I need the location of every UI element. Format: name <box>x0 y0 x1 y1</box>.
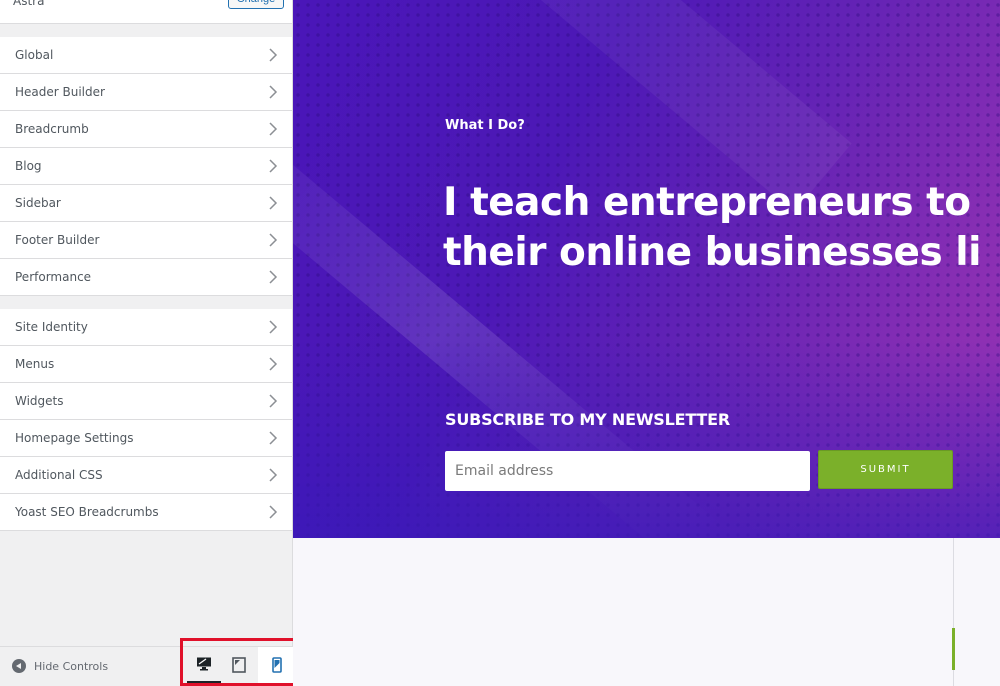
menu-item-homepage-settings[interactable]: Homepage Settings <box>0 420 292 457</box>
menu-item-label: Global <box>15 48 54 62</box>
chevron-right-icon <box>269 431 278 445</box>
hide-controls-button[interactable]: Hide Controls <box>12 659 108 673</box>
menu-item-breadcrumb[interactable]: Breadcrumb <box>0 111 292 148</box>
desktop-icon <box>197 657 211 671</box>
customizer-sidebar: Astra Change Global Header Builder Bread… <box>0 0 298 686</box>
chevron-right-icon <box>269 159 278 173</box>
preview-desktop-button[interactable] <box>187 647 221 683</box>
menu-item-performance[interactable]: Performance <box>0 259 292 296</box>
menu-item-site-identity[interactable]: Site Identity <box>0 309 292 346</box>
chevron-right-icon <box>269 122 278 136</box>
accent-marker <box>952 628 955 670</box>
device-preview-switcher <box>180 638 298 686</box>
chevron-right-icon <box>269 196 278 210</box>
menu-item-sidebar[interactable]: Sidebar <box>0 185 292 222</box>
menu-item-label: Performance <box>15 270 92 284</box>
chevron-right-icon <box>269 85 278 99</box>
theme-name: Astra <box>13 0 45 8</box>
hero-headline: I teach entrepreneurs to their online bu… <box>443 178 1000 278</box>
hero-section: What I Do? I teach entrepreneurs to thei… <box>293 0 1000 538</box>
menu-item-label: Header Builder <box>15 85 105 99</box>
chevron-right-icon <box>269 468 278 482</box>
headline-line-2: their online businesses li <box>443 230 982 275</box>
menu-item-label: Widgets <box>15 394 64 408</box>
site-settings-section: Site Identity Menus Widgets Homepage Set… <box>0 309 292 531</box>
mobile-icon <box>271 657 282 673</box>
menu-item-label: Menus <box>15 357 55 371</box>
menu-item-yoast-seo-breadcrumbs[interactable]: Yoast SEO Breadcrumbs <box>0 494 292 531</box>
chevron-right-icon <box>269 233 278 247</box>
preview-tablet-button[interactable] <box>222 647 256 683</box>
menu-item-label: Homepage Settings <box>15 431 134 445</box>
site-preview: What I Do? I teach entrepreneurs to thei… <box>293 0 1000 686</box>
submit-button[interactable]: SUBMIT <box>818 450 953 489</box>
headline-line-1: I teach entrepreneurs to <box>443 180 971 225</box>
chevron-right-icon <box>269 357 278 371</box>
menu-item-widgets[interactable]: Widgets <box>0 383 292 420</box>
menu-item-global[interactable]: Global <box>0 37 292 74</box>
hide-controls-label: Hide Controls <box>34 659 109 673</box>
menu-item-label: Footer Builder <box>15 233 100 247</box>
menu-item-label: Site Identity <box>15 320 88 334</box>
theme-settings-section: Global Header Builder Breadcrumb Blog Si… <box>0 37 292 296</box>
change-theme-button[interactable]: Change <box>228 0 284 9</box>
menu-item-additional-css[interactable]: Additional CSS <box>0 457 292 494</box>
menu-item-blog[interactable]: Blog <box>0 148 292 185</box>
menu-item-header-builder[interactable]: Header Builder <box>0 74 292 111</box>
email-input[interactable] <box>445 451 810 491</box>
menu-item-label: Yoast SEO Breadcrumbs <box>15 505 159 519</box>
chevron-right-icon <box>269 48 278 62</box>
newsletter-title: SUBSCRIBE TO MY NEWSLETTER <box>445 410 730 429</box>
active-theme-row: Astra Change <box>0 0 292 24</box>
hero-gradient-overlay <box>293 338 1000 538</box>
menu-item-label: Blog <box>15 159 42 173</box>
hero-eyebrow: What I Do? <box>445 118 525 133</box>
menu-item-footer-builder[interactable]: Footer Builder <box>0 222 292 259</box>
menu-item-label: Sidebar <box>15 196 61 210</box>
tablet-icon <box>232 657 246 673</box>
chevron-right-icon <box>269 270 278 284</box>
collapse-arrow-icon <box>12 659 26 673</box>
preview-mobile-button[interactable] <box>258 647 295 683</box>
menu-item-menus[interactable]: Menus <box>0 346 292 383</box>
chevron-right-icon <box>269 320 278 334</box>
chevron-right-icon <box>269 394 278 408</box>
chevron-right-icon <box>269 505 278 519</box>
menu-item-label: Breadcrumb <box>15 122 89 136</box>
menu-item-label: Additional CSS <box>15 468 103 482</box>
